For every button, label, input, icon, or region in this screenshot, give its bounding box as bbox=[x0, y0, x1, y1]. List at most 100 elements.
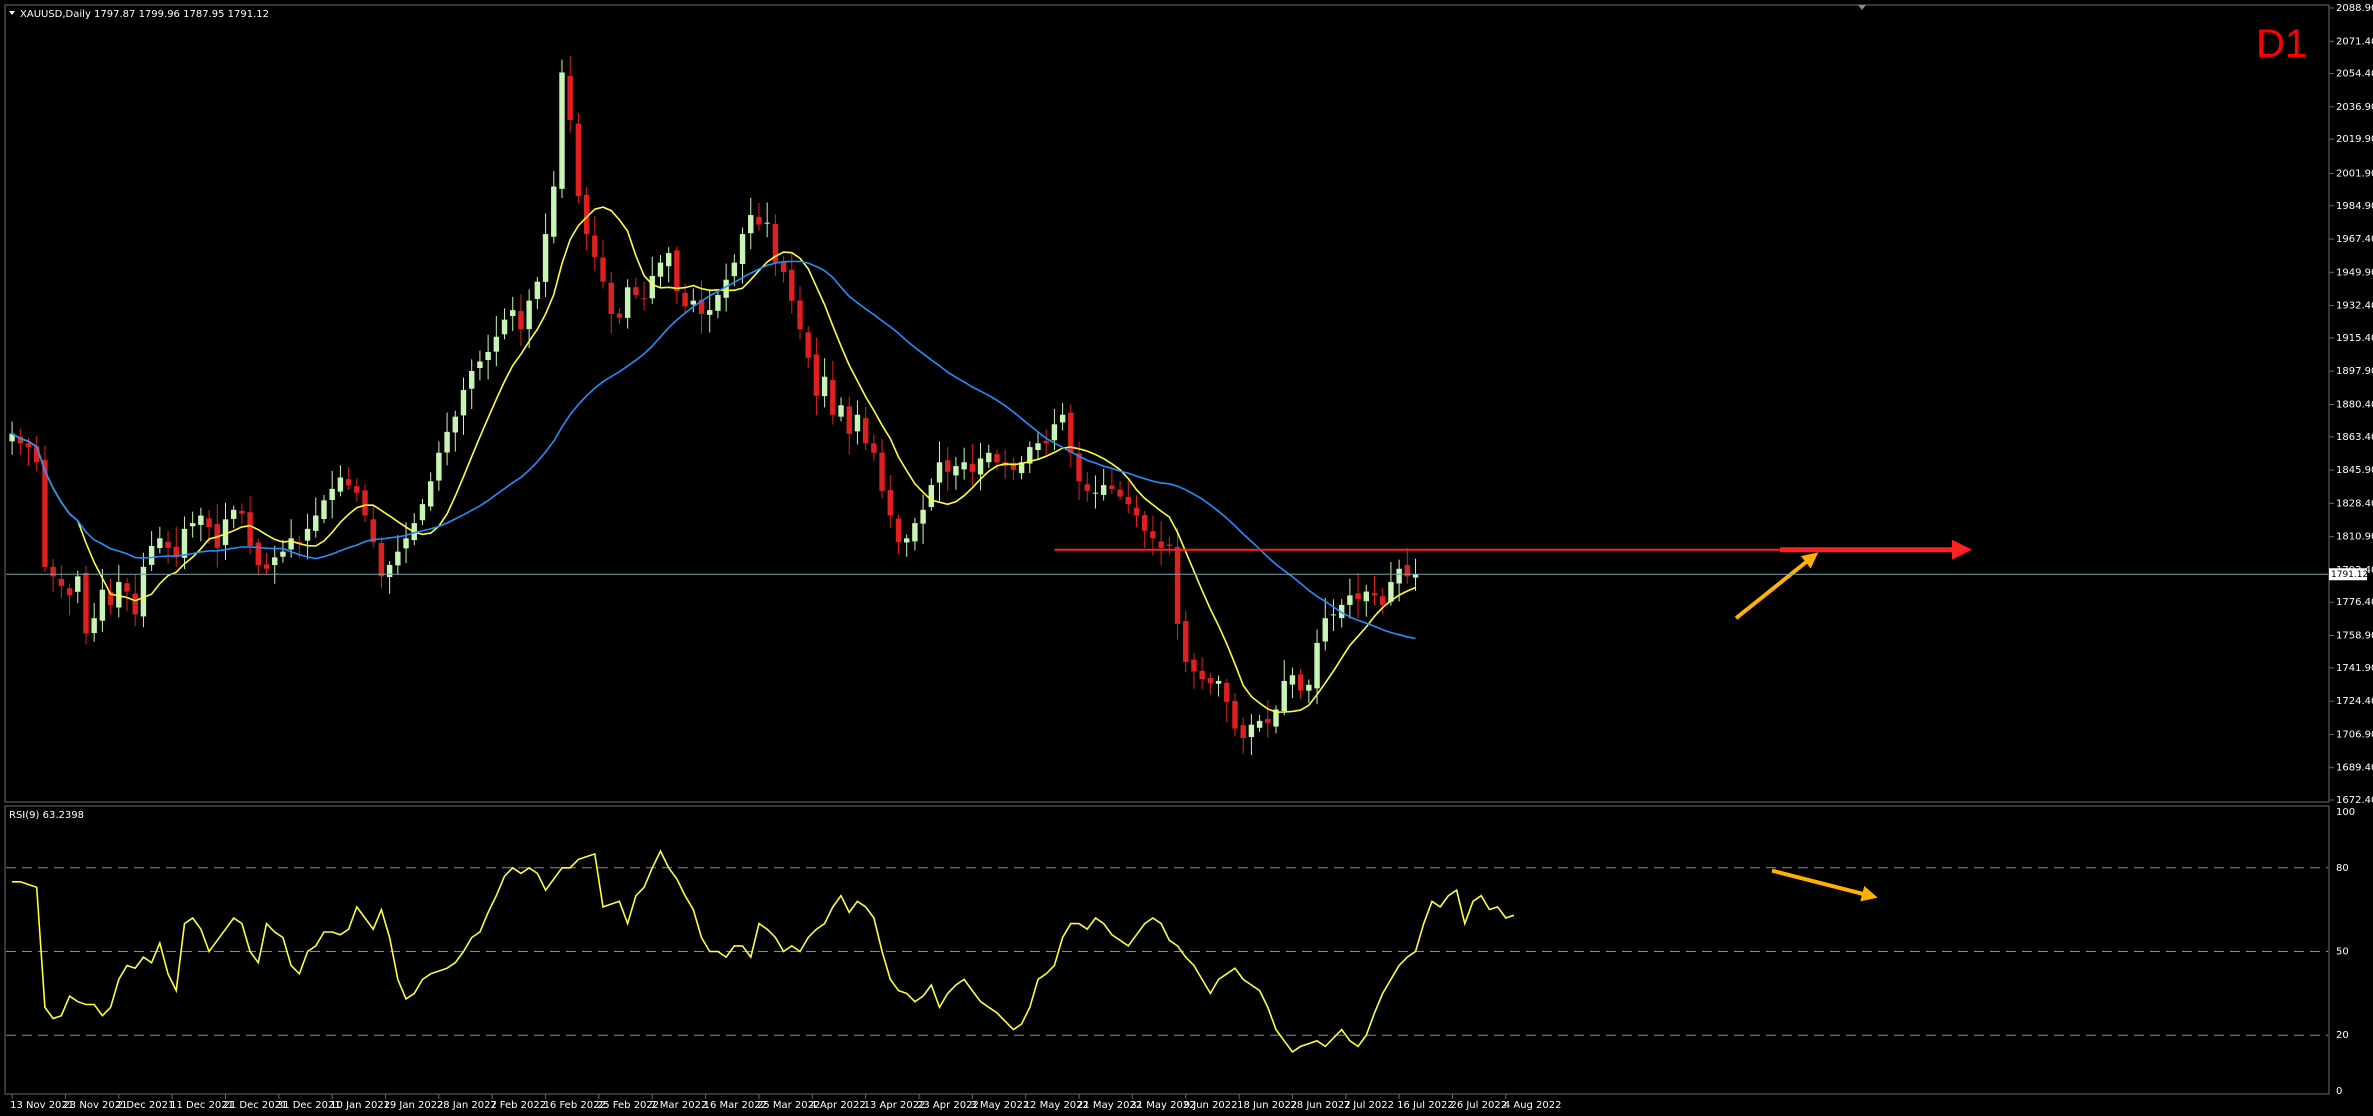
candle-body bbox=[789, 269, 795, 301]
rsi-title: RSI(9) 63.2398 bbox=[9, 810, 84, 821]
candle-body bbox=[895, 518, 902, 543]
candle-body bbox=[1207, 678, 1214, 683]
candle-body bbox=[1412, 574, 1419, 578]
candle-body bbox=[1191, 659, 1197, 672]
candle-body bbox=[657, 262, 664, 277]
date-tick-label: 4 Apr 2022 bbox=[810, 1100, 865, 1111]
candle-body bbox=[961, 462, 967, 470]
candle-body bbox=[395, 551, 401, 566]
candle-body bbox=[526, 300, 532, 330]
candle-body bbox=[707, 310, 713, 315]
candle-body bbox=[1297, 674, 1304, 691]
candle-body bbox=[91, 618, 97, 634]
date-tick-label: 28 Jun 2022 bbox=[1290, 1100, 1350, 1111]
candle-body bbox=[1117, 489, 1123, 497]
date-tick-label: 7 Mar 2022 bbox=[650, 1100, 707, 1111]
candle-body bbox=[715, 294, 721, 311]
candle-body bbox=[542, 234, 549, 282]
candle-body bbox=[444, 431, 450, 453]
candle-body bbox=[148, 545, 155, 565]
candle-body bbox=[1059, 414, 1066, 423]
candle-body bbox=[1150, 531, 1156, 539]
price-tick-label: 1967.40 bbox=[2336, 234, 2373, 245]
date-tick-label: 9 Jun 2022 bbox=[1184, 1100, 1238, 1111]
candle-body bbox=[1133, 507, 1140, 516]
price-tick-label: 1915.40 bbox=[2336, 333, 2373, 344]
candle-body bbox=[567, 76, 573, 121]
timeframe-label: D1 bbox=[2256, 22, 2307, 66]
date-tick-label: 7 Jul 2022 bbox=[1344, 1100, 1394, 1111]
candle-body bbox=[1035, 443, 1041, 451]
candle-body bbox=[1240, 725, 1246, 739]
candle-body bbox=[977, 458, 984, 475]
candle-body bbox=[1347, 595, 1353, 605]
date-tick-label: 3 May 2022 bbox=[970, 1100, 1029, 1111]
candle-body bbox=[230, 509, 237, 519]
candle-body bbox=[641, 298, 647, 300]
candle-body bbox=[337, 477, 344, 492]
rsi-tick-label: 80 bbox=[2336, 863, 2349, 874]
candle-body bbox=[419, 504, 426, 521]
candle-body bbox=[1363, 591, 1370, 602]
candle-body bbox=[748, 215, 754, 234]
candle-body bbox=[813, 354, 820, 396]
price-tick-label: 2019.90 bbox=[2336, 134, 2373, 145]
candle-body bbox=[255, 542, 262, 565]
candle-body bbox=[427, 481, 434, 507]
candle-body bbox=[280, 551, 286, 557]
candle-body bbox=[920, 509, 926, 524]
candle-body bbox=[887, 490, 893, 516]
candle-body bbox=[846, 406, 852, 434]
candle-body bbox=[247, 512, 253, 546]
candle-body bbox=[66, 588, 73, 596]
candle-body bbox=[1281, 680, 1287, 712]
candle-body bbox=[1330, 614, 1337, 616]
candle-body bbox=[1265, 719, 1271, 723]
candle-body bbox=[510, 310, 516, 317]
candle-body bbox=[1314, 642, 1320, 689]
rsi-tick-label: 20 bbox=[2336, 1030, 2349, 1041]
price-tick-label: 1845.90 bbox=[2336, 465, 2373, 476]
candle-body bbox=[198, 515, 204, 525]
candle-body bbox=[485, 351, 491, 360]
candle-body bbox=[739, 234, 746, 264]
candle-body bbox=[181, 528, 188, 558]
candle-body bbox=[378, 542, 385, 577]
candle-body bbox=[616, 313, 623, 318]
candle-body bbox=[304, 528, 311, 541]
price-tick-label: 1741.90 bbox=[2336, 663, 2373, 674]
candle-body bbox=[477, 361, 483, 369]
candle-body bbox=[1092, 492, 1099, 494]
candle-body bbox=[1166, 544, 1173, 546]
candle-body bbox=[460, 390, 467, 416]
candle-body bbox=[780, 262, 787, 273]
current-price-label: 1791.12 bbox=[2331, 570, 2368, 580]
candle-body bbox=[592, 235, 598, 257]
price-tick-label: 2001.90 bbox=[2336, 168, 2373, 179]
candle-body bbox=[559, 72, 565, 189]
candle-body bbox=[830, 379, 836, 415]
candle-body bbox=[452, 416, 459, 433]
rsi-tick-label: 0 bbox=[2336, 1086, 2342, 1097]
candle-body bbox=[501, 319, 508, 335]
chart-canvas: XAUUSD,Daily 1797.87 1799.96 1787.95 179… bbox=[0, 0, 2373, 1116]
candle-body bbox=[674, 250, 680, 292]
candle-body bbox=[1084, 484, 1090, 491]
price-tick-label: 1672.40 bbox=[2336, 795, 2373, 806]
candle-body bbox=[665, 253, 672, 267]
candle-body bbox=[649, 275, 655, 299]
candle-body bbox=[551, 186, 557, 237]
candle-body bbox=[206, 518, 212, 527]
date-tick-label: 7 Feb 2022 bbox=[490, 1100, 546, 1111]
candle-body bbox=[879, 452, 885, 491]
candle-body bbox=[1174, 546, 1181, 624]
candle-body bbox=[600, 257, 606, 282]
candle-body bbox=[903, 538, 910, 543]
candle-body bbox=[1224, 682, 1230, 702]
candle-body bbox=[436, 452, 442, 481]
candle-body bbox=[624, 287, 631, 318]
candle-body bbox=[518, 310, 524, 330]
candle-body bbox=[731, 262, 738, 277]
candle-body bbox=[871, 443, 877, 453]
candle-body bbox=[189, 523, 196, 527]
